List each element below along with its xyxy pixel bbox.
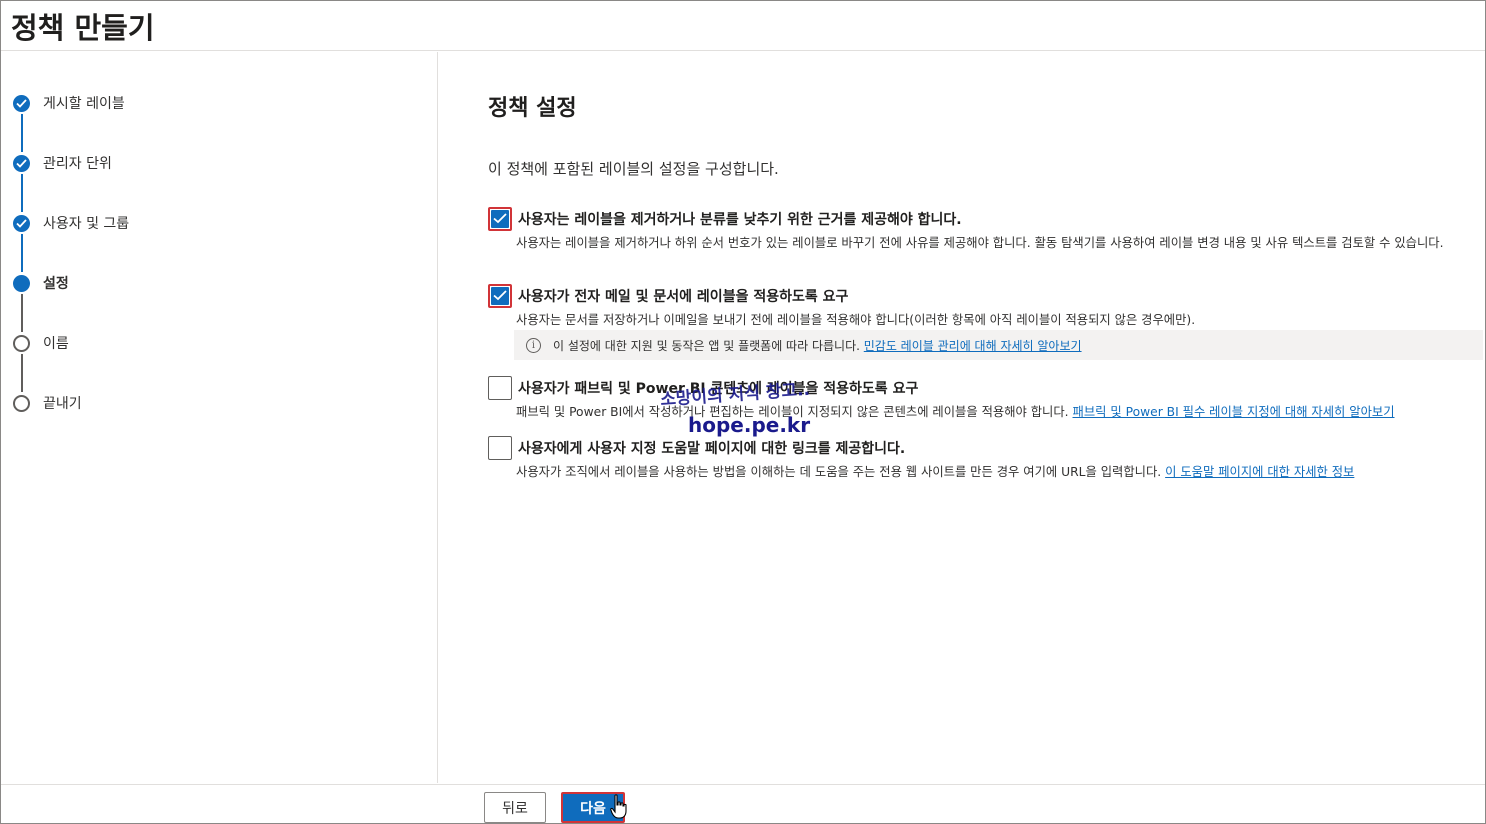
step-settings[interactable]: 설정 xyxy=(13,272,69,294)
step-label: 게시할 레이블 xyxy=(43,96,125,112)
fabric-learn-more-link[interactable]: 패브릭 및 Power BI 필수 레이블 지정에 대해 자세히 알아보기 xyxy=(1073,405,1395,419)
option-description: 사용자는 문서를 저장하거나 이메일을 보내기 전에 레이블을 적용해야 합니다… xyxy=(516,313,1196,327)
check-icon xyxy=(13,154,30,172)
hand-pointer-icon xyxy=(610,794,627,819)
info-icon: i xyxy=(526,337,541,353)
section-intro: 이 정책에 포함된 레이블의 설정을 구성합니다. xyxy=(488,160,779,178)
option-title: 사용자에게 사용자 지정 도움말 페이지에 대한 링크를 제공합니다. xyxy=(518,441,906,457)
check-icon xyxy=(13,94,30,112)
step-finish[interactable]: 끝내기 xyxy=(13,392,82,414)
section-title: 정책 설정 xyxy=(488,96,577,121)
info-bar: i 이 설정에 대한 지원 및 동작은 앱 및 플랫폼에 따라 다릅니다. 민감… xyxy=(514,330,1483,360)
step-label: 끝내기 xyxy=(43,396,82,412)
step-label: 사용자 및 그룹 xyxy=(43,216,130,232)
option-description: 사용자는 레이블을 제거하거나 하위 순서 번호가 있는 레이블로 바꾸기 전에… xyxy=(516,236,1444,250)
step-connector xyxy=(21,114,23,152)
info-learn-more-link[interactable]: 민감도 레이블 관리에 대해 자세히 알아보기 xyxy=(864,337,1082,354)
option-title: 사용자는 레이블을 제거하거나 분류를 낮추기 위한 근거를 제공해야 합니다. xyxy=(518,212,962,228)
back-button[interactable]: 뒤로 xyxy=(484,792,546,823)
wizard-footer: 뒤로 다음 xyxy=(1,784,1485,823)
option-title: 사용자가 전자 메일 및 문서에 레이블을 적용하도록 요구 xyxy=(518,289,849,305)
check-icon xyxy=(13,214,30,232)
step-label: 이름 xyxy=(43,336,69,352)
step-labels-to-publish[interactable]: 게시할 레이블 xyxy=(13,92,125,114)
step-connector xyxy=(21,234,23,272)
current-step-icon xyxy=(13,274,30,292)
require-label-checkbox[interactable] xyxy=(488,284,512,308)
option-description: 사용자가 조직에서 레이블을 사용하는 방법을 이해하는 데 도움을 주는 전용… xyxy=(516,465,1355,479)
option-title: 사용자가 패브릭 및 Power BI 콘텐츠에 레이블을 적용하도록 요구 xyxy=(518,381,919,397)
step-label: 설정 xyxy=(43,276,69,292)
justify-removal-checkbox[interactable] xyxy=(488,207,512,231)
custom-help-page-checkbox[interactable] xyxy=(488,436,512,460)
help-page-info-link[interactable]: 이 도움말 페이지에 대한 자세한 정보 xyxy=(1165,465,1354,479)
step-label: 관리자 단위 xyxy=(43,156,112,172)
step-connector xyxy=(21,174,23,212)
pending-step-icon xyxy=(13,334,30,352)
main-content: 정책 설정 이 정책에 포함된 레이블의 설정을 구성합니다. 사용자는 레이블… xyxy=(440,52,1485,783)
step-connector xyxy=(21,294,23,332)
step-admin-units[interactable]: 관리자 단위 xyxy=(13,152,112,174)
page-title: 정책 만들기 xyxy=(11,11,155,45)
step-users-groups[interactable]: 사용자 및 그룹 xyxy=(13,212,129,234)
pending-step-icon xyxy=(13,394,30,412)
info-text: 이 설정에 대한 지원 및 동작은 앱 및 플랫폼에 따라 다릅니다. xyxy=(553,338,860,353)
page-header: 정책 만들기 xyxy=(1,1,1485,51)
step-connector xyxy=(21,354,23,392)
wizard-steps: 게시할 레이블 관리자 단위 사용자 및 그룹 설정 이름 끝내기 xyxy=(1,52,438,783)
step-name[interactable]: 이름 xyxy=(13,332,69,354)
option-description: 패브릭 및 Power BI에서 작성하거나 편집하는 레이블이 지정되지 않은… xyxy=(516,405,1395,419)
require-fabric-label-checkbox[interactable] xyxy=(488,376,512,400)
